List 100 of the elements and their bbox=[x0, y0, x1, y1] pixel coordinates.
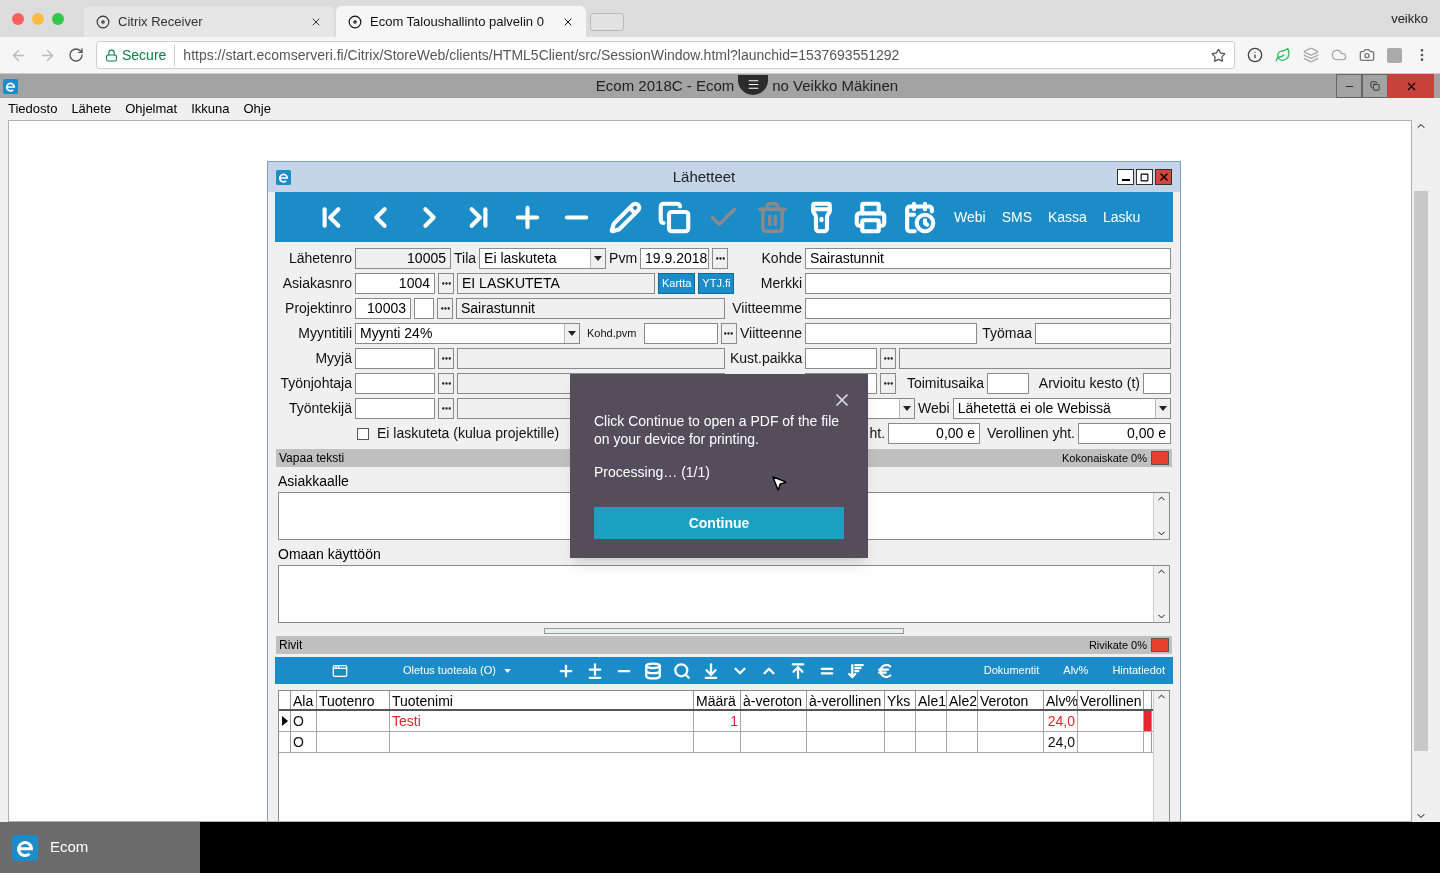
text-area[interactable] bbox=[278, 565, 1170, 623]
profile-name[interactable]: veikko bbox=[1391, 8, 1428, 29]
field-label: Pvm bbox=[609, 249, 638, 268]
column-header[interactable]: Veroton bbox=[978, 691, 1044, 709]
menu-item[interactable]: Ikkuna bbox=[191, 99, 230, 119]
info-icon[interactable] bbox=[1247, 47, 1263, 63]
text-field[interactable]: 10005 bbox=[355, 248, 451, 269]
toolbar-link[interactable]: Webi bbox=[954, 206, 986, 228]
cloud-icon[interactable] bbox=[1331, 47, 1347, 63]
text-field[interactable] bbox=[805, 298, 1171, 319]
text-field[interactable]: 19.9.2018 bbox=[640, 248, 710, 269]
calendar-clock-icon[interactable] bbox=[903, 200, 936, 234]
menu-item[interactable]: Ohjelmat bbox=[125, 99, 178, 119]
scrollbar[interactable] bbox=[1153, 493, 1169, 539]
sort-down-icon[interactable] bbox=[846, 661, 865, 680]
link-button[interactable]: Kartta bbox=[658, 273, 696, 294]
toolbar-link[interactable]: Alv% bbox=[1063, 662, 1089, 679]
column-header[interactable]: à-verollinen bbox=[807, 691, 885, 709]
row-selector[interactable] bbox=[279, 711, 291, 731]
search-icon[interactable] bbox=[672, 661, 691, 680]
lookup-button[interactable] bbox=[438, 373, 454, 394]
printer-icon[interactable] bbox=[854, 200, 887, 234]
text-field[interactable] bbox=[1143, 373, 1171, 394]
lookup-button[interactable] bbox=[438, 398, 454, 419]
text-field[interactable]: 10003 bbox=[355, 298, 411, 319]
text-field[interactable]: 1004 bbox=[355, 273, 435, 294]
column-header[interactable]: Verollinen bbox=[1078, 691, 1144, 709]
text-field[interactable] bbox=[805, 348, 877, 369]
session-menu-handle[interactable] bbox=[738, 74, 769, 95]
windows-icon[interactable] bbox=[332, 662, 348, 679]
column-header[interactable]: Ale2 bbox=[947, 691, 978, 709]
menu-item[interactable]: Lähete bbox=[71, 99, 112, 119]
browser-tab[interactable]: Citrix Receiver bbox=[84, 6, 334, 37]
text-field[interactable] bbox=[805, 273, 1171, 294]
text-field[interactable] bbox=[1035, 323, 1171, 344]
browser-tab[interactable]: Ecom Taloushallinto palvelin 0 bbox=[336, 6, 586, 37]
reload-icon[interactable] bbox=[68, 47, 84, 63]
lookup-button[interactable] bbox=[880, 348, 896, 369]
column-header[interactable]: Tuotenimi bbox=[390, 691, 694, 709]
text-field[interactable] bbox=[643, 323, 718, 344]
text-field[interactable] bbox=[355, 398, 435, 419]
scrollbar[interactable] bbox=[1153, 691, 1169, 821]
text-field[interactable]: 0,00 e bbox=[1078, 423, 1171, 444]
text-field[interactable]: Sairastunnit bbox=[805, 248, 1171, 269]
camera-icon[interactable] bbox=[1359, 47, 1375, 63]
lookup-button[interactable] bbox=[712, 248, 729, 269]
minimize-icon[interactable] bbox=[1117, 169, 1134, 185]
bookmark-star-icon[interactable] bbox=[1211, 47, 1226, 63]
column-header[interactable]: Ale1 bbox=[916, 691, 947, 709]
menu-item[interactable]: Ohje bbox=[243, 99, 271, 119]
text-field[interactable] bbox=[805, 323, 977, 344]
taskbar-app-button[interactable]: Ecom bbox=[0, 822, 200, 873]
link-button[interactable]: YTJ.fi bbox=[698, 273, 735, 294]
project-name-field[interactable]: Sairastunnit bbox=[456, 298, 725, 319]
copy-icon[interactable] bbox=[658, 200, 691, 234]
extension-icon[interactable] bbox=[1387, 47, 1402, 63]
splitter-handle[interactable] bbox=[544, 628, 904, 634]
text-field[interactable] bbox=[457, 348, 725, 369]
dropdown[interactable]: Myynti 24% bbox=[355, 323, 580, 344]
address-field[interactable]: Secure https://start.ecomserveri.fi/Citrix/StoreWeb/clients/HTML5Client/src/SessionWindow.html?launchid=1537693551292 bbox=[96, 41, 1235, 69]
lookup-button[interactable] bbox=[438, 348, 454, 369]
close-icon[interactable] bbox=[1155, 169, 1172, 185]
euro-icon[interactable] bbox=[875, 661, 894, 680]
dropdown[interactable]: Lähetettä ei ole Webissä bbox=[952, 398, 1171, 419]
leaf-icon[interactable] bbox=[1275, 47, 1291, 63]
checkbox[interactable] bbox=[357, 427, 369, 440]
layers-icon[interactable] bbox=[1303, 47, 1319, 63]
product-area-dropdown[interactable]: Oletus tuoteala (O) bbox=[403, 662, 511, 679]
column-header[interactable]: Yks bbox=[885, 691, 916, 709]
text-field[interactable] bbox=[987, 373, 1029, 394]
database-icon[interactable] bbox=[643, 661, 662, 680]
lookup-button[interactable] bbox=[437, 298, 453, 319]
lookup-button[interactable] bbox=[880, 373, 896, 394]
restore-icon[interactable] bbox=[1362, 74, 1388, 98]
toolbar-link[interactable]: Lasku bbox=[1102, 206, 1141, 228]
column-header[interactable]: Alv% bbox=[1044, 691, 1078, 709]
scrollbar[interactable] bbox=[1153, 566, 1169, 622]
toolbar-link[interactable]: Hintatiedot bbox=[1112, 662, 1165, 679]
text-field[interactable] bbox=[355, 373, 435, 394]
column-header[interactable]: Määrä bbox=[694, 691, 741, 709]
column-header[interactable]: Ala bbox=[291, 691, 317, 709]
scroll-thumb[interactable] bbox=[1414, 191, 1428, 751]
menu-item[interactable]: Tiedosto bbox=[8, 99, 58, 119]
text-field[interactable]: 0,00 e bbox=[888, 423, 981, 444]
text-field[interactable] bbox=[355, 348, 435, 369]
maximize-icon[interactable] bbox=[1136, 169, 1153, 185]
text-field[interactable] bbox=[414, 298, 434, 319]
column-header[interactable]: à-veroton bbox=[741, 691, 807, 709]
close-window-icon[interactable] bbox=[12, 12, 24, 25]
customer-name-field[interactable]: EI LASKUTETA bbox=[457, 273, 655, 294]
pencil-icon[interactable] bbox=[609, 200, 642, 234]
toolbar-link[interactable]: Kassa bbox=[1048, 206, 1087, 228]
toolbar-link[interactable]: SMS bbox=[1001, 206, 1032, 228]
toolbar-link[interactable]: Dokumentit bbox=[983, 662, 1040, 679]
text-field[interactable] bbox=[899, 348, 1171, 369]
dropdown[interactable]: Ei laskuteta bbox=[479, 248, 607, 269]
column-header[interactable]: Tuotenro bbox=[317, 691, 390, 709]
lookup-button[interactable] bbox=[720, 323, 737, 344]
section-title: Rivit bbox=[279, 637, 304, 654]
lookup-button[interactable] bbox=[438, 273, 454, 294]
